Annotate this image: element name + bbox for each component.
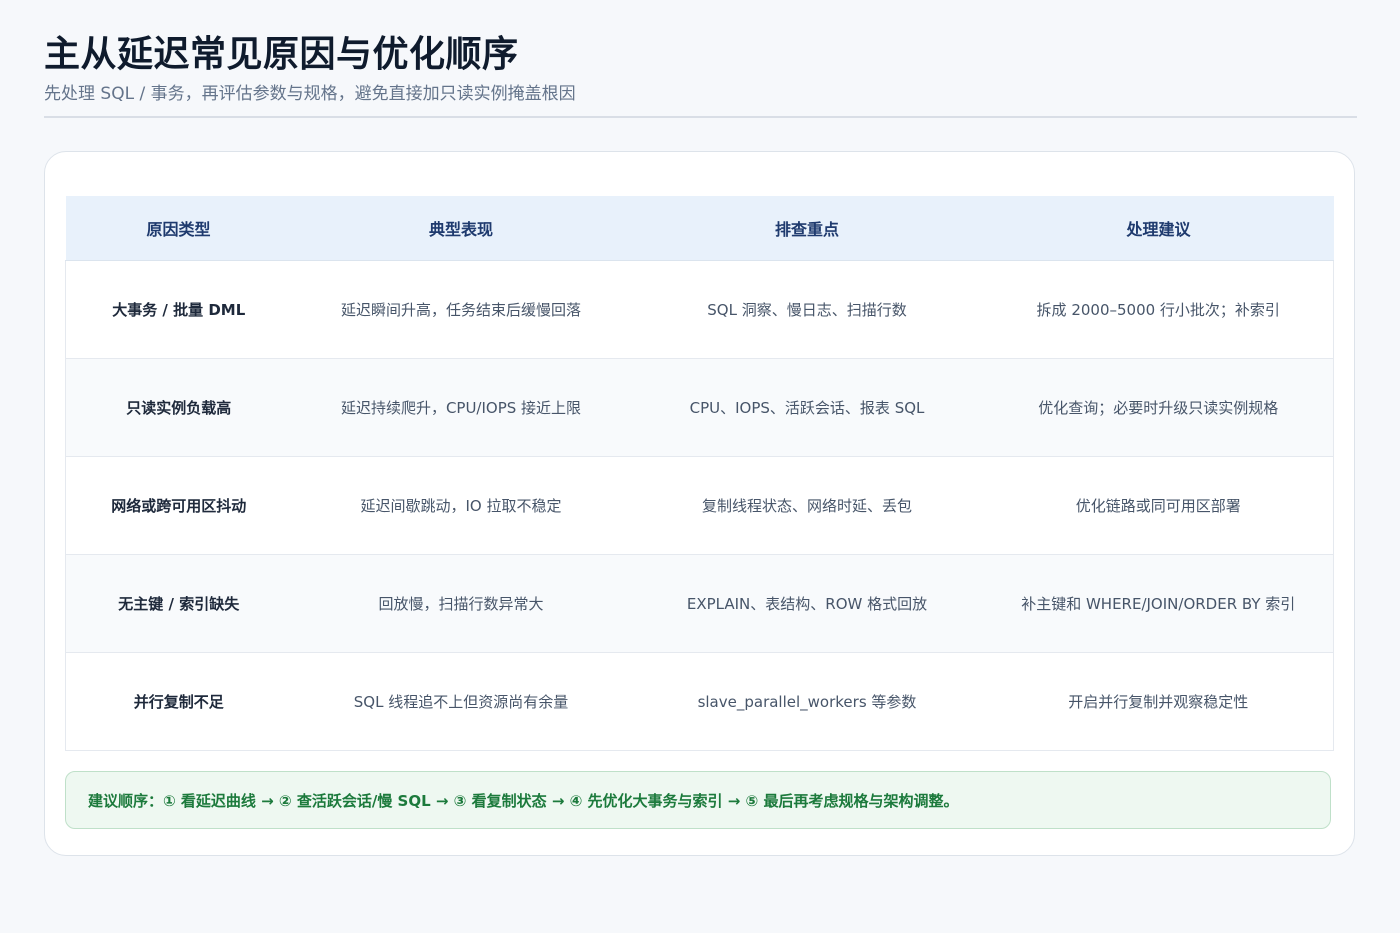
suggestion-cell: 开启并行复制并观察稳定性 [983,652,1334,751]
investigation-cell: slave_parallel_workers 等参数 [630,652,984,751]
table-row: 只读实例负载高 延迟持续爬升，CPU/IOPS 接近上限 CPU、IOPS、活跃… [65,358,1334,457]
cause-cell: 无主键 / 索引缺失 [65,554,292,653]
symptom-cell: SQL 线程追不上但资源尚有余量 [291,652,631,751]
cause-cell: 网络或跨可用区抖动 [65,456,292,555]
page-header: 主从延迟常见原因与优化顺序 先处理 SQL / 事务，再评估参数与规格，避免直接… [44,30,1357,106]
suggestion-cell: 拆成 2000–5000 行小批次；补索引 [983,260,1334,359]
column-header-suggestion: 处理建议 [983,196,1334,261]
suggestion-cell: 优化链路或同可用区部署 [983,456,1334,555]
suggestion-cell: 优化查询；必要时升级只读实例规格 [983,358,1334,457]
symptom-cell: 延迟间歇跳动，IO 拉取不稳定 [291,456,631,555]
investigation-cell: EXPLAIN、表结构、ROW 格式回放 [630,554,984,653]
table-row: 网络或跨可用区抖动 延迟间歇跳动，IO 拉取不稳定 复制线程状态、网络时延、丢包… [65,456,1334,555]
cause-cell: 只读实例负载高 [65,358,292,457]
column-header-investigation: 排查重点 [630,196,984,261]
content-card: 原因类型 典型表现 排查重点 处理建议 大事务 / 批量 DML 延迟瞬间升高，… [44,151,1355,856]
column-header-cause-type: 原因类型 [65,196,292,261]
table-row: 无主键 / 索引缺失 回放慢，扫描行数异常大 EXPLAIN、表结构、ROW 格… [65,554,1334,653]
table-header-row: 原因类型 典型表现 排查重点 处理建议 [65,196,1334,261]
table-row: 并行复制不足 SQL 线程追不上但资源尚有余量 slave_parallel_w… [65,652,1334,751]
page-subtitle: 先处理 SQL / 事务，再评估参数与规格，避免直接加只读实例掩盖根因 [44,84,576,104]
investigation-cell: CPU、IOPS、活跃会话、报表 SQL [630,358,984,457]
page-title: 主从延迟常见原因与优化顺序 [44,34,519,75]
cause-table: 原因类型 典型表现 排查重点 处理建议 大事务 / 批量 DML 延迟瞬间升高，… [65,196,1334,751]
cause-cell: 大事务 / 批量 DML [65,260,292,359]
symptom-cell: 回放慢，扫描行数异常大 [291,554,631,653]
suggestion-cell: 补主键和 WHERE/JOIN/ORDER BY 索引 [983,554,1334,653]
header-divider [44,116,1357,118]
recommendation-box: 建议顺序：① 看延迟曲线 → ② 查活跃会话/慢 SQL → ③ 看复制状态 →… [65,771,1331,829]
cause-cell: 并行复制不足 [65,652,292,751]
symptom-cell: 延迟瞬间升高，任务结束后缓慢回落 [291,260,631,359]
column-header-symptom: 典型表现 [291,196,631,261]
table-row: 大事务 / 批量 DML 延迟瞬间升高，任务结束后缓慢回落 SQL 洞察、慢日志… [65,260,1334,359]
investigation-cell: SQL 洞察、慢日志、扫描行数 [630,260,984,359]
recommendation-text: 建议顺序：① 看延迟曲线 → ② 查活跃会话/慢 SQL → ③ 看复制状态 →… [88,791,959,810]
investigation-cell: 复制线程状态、网络时延、丢包 [630,456,984,555]
symptom-cell: 延迟持续爬升，CPU/IOPS 接近上限 [291,358,631,457]
